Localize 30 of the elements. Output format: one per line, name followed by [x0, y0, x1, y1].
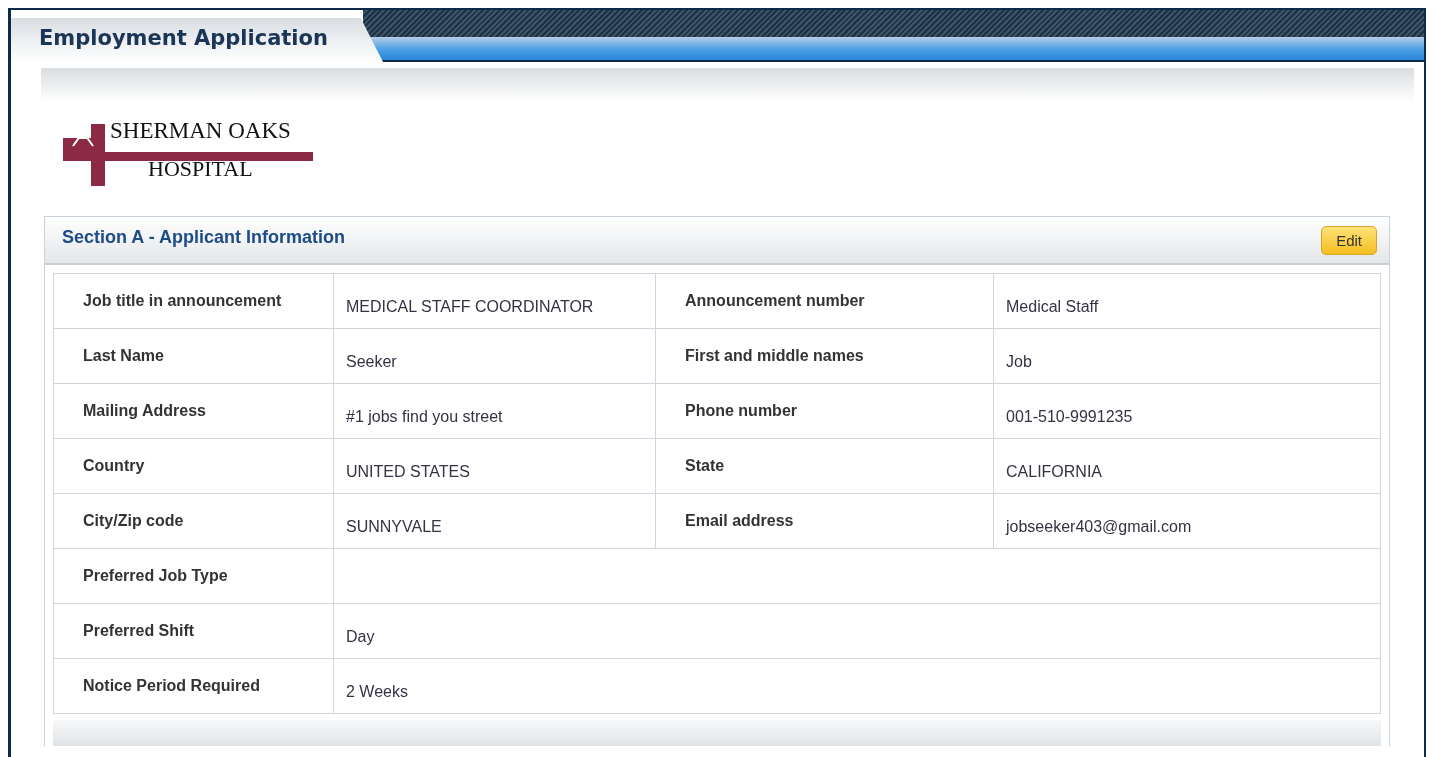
field-label: First and middle names	[655, 328, 994, 384]
field-value: UNITED STATES	[333, 438, 656, 494]
field-label: Last Name	[53, 328, 334, 384]
field-label: City/Zip code	[53, 493, 334, 549]
field-value: MEDICAL STAFF COORDINATOR	[333, 273, 656, 329]
field-value: Job	[993, 328, 1381, 384]
field-label: Email address	[655, 493, 994, 549]
field-label: Mailing Address	[53, 383, 334, 439]
section-title: Section A - Applicant Information	[62, 227, 345, 248]
field-label: Preferred Job Type	[53, 548, 334, 604]
logo-text: HOSPITAL	[148, 156, 253, 182]
field-value: CALIFORNIA	[993, 438, 1381, 494]
field-value: jobseeker403@gmail.com	[993, 493, 1381, 549]
field-value: SUNNYVALE	[333, 493, 656, 549]
field-label: Phone number	[655, 383, 994, 439]
field-label: Country	[53, 438, 334, 494]
field-value: Medical Staff	[993, 273, 1381, 329]
field-label: Job title in announcement	[53, 273, 334, 329]
field-label: Announcement number	[655, 273, 994, 329]
field-value: 001-510-9991235	[993, 383, 1381, 439]
field-label: State	[655, 438, 994, 494]
logo-cross-icon	[63, 124, 313, 186]
field-value: Seeker	[333, 328, 656, 384]
field-label: Preferred Shift	[53, 603, 334, 659]
field-label: Notice Period Required	[53, 658, 334, 714]
field-value: Day	[333, 603, 1381, 659]
edit-button[interactable]: Edit	[1321, 226, 1377, 255]
window-title: Employment Application	[11, 18, 383, 62]
field-value: 2 Weeks	[333, 658, 1381, 714]
field-value: #1 jobs find you street	[333, 383, 656, 439]
